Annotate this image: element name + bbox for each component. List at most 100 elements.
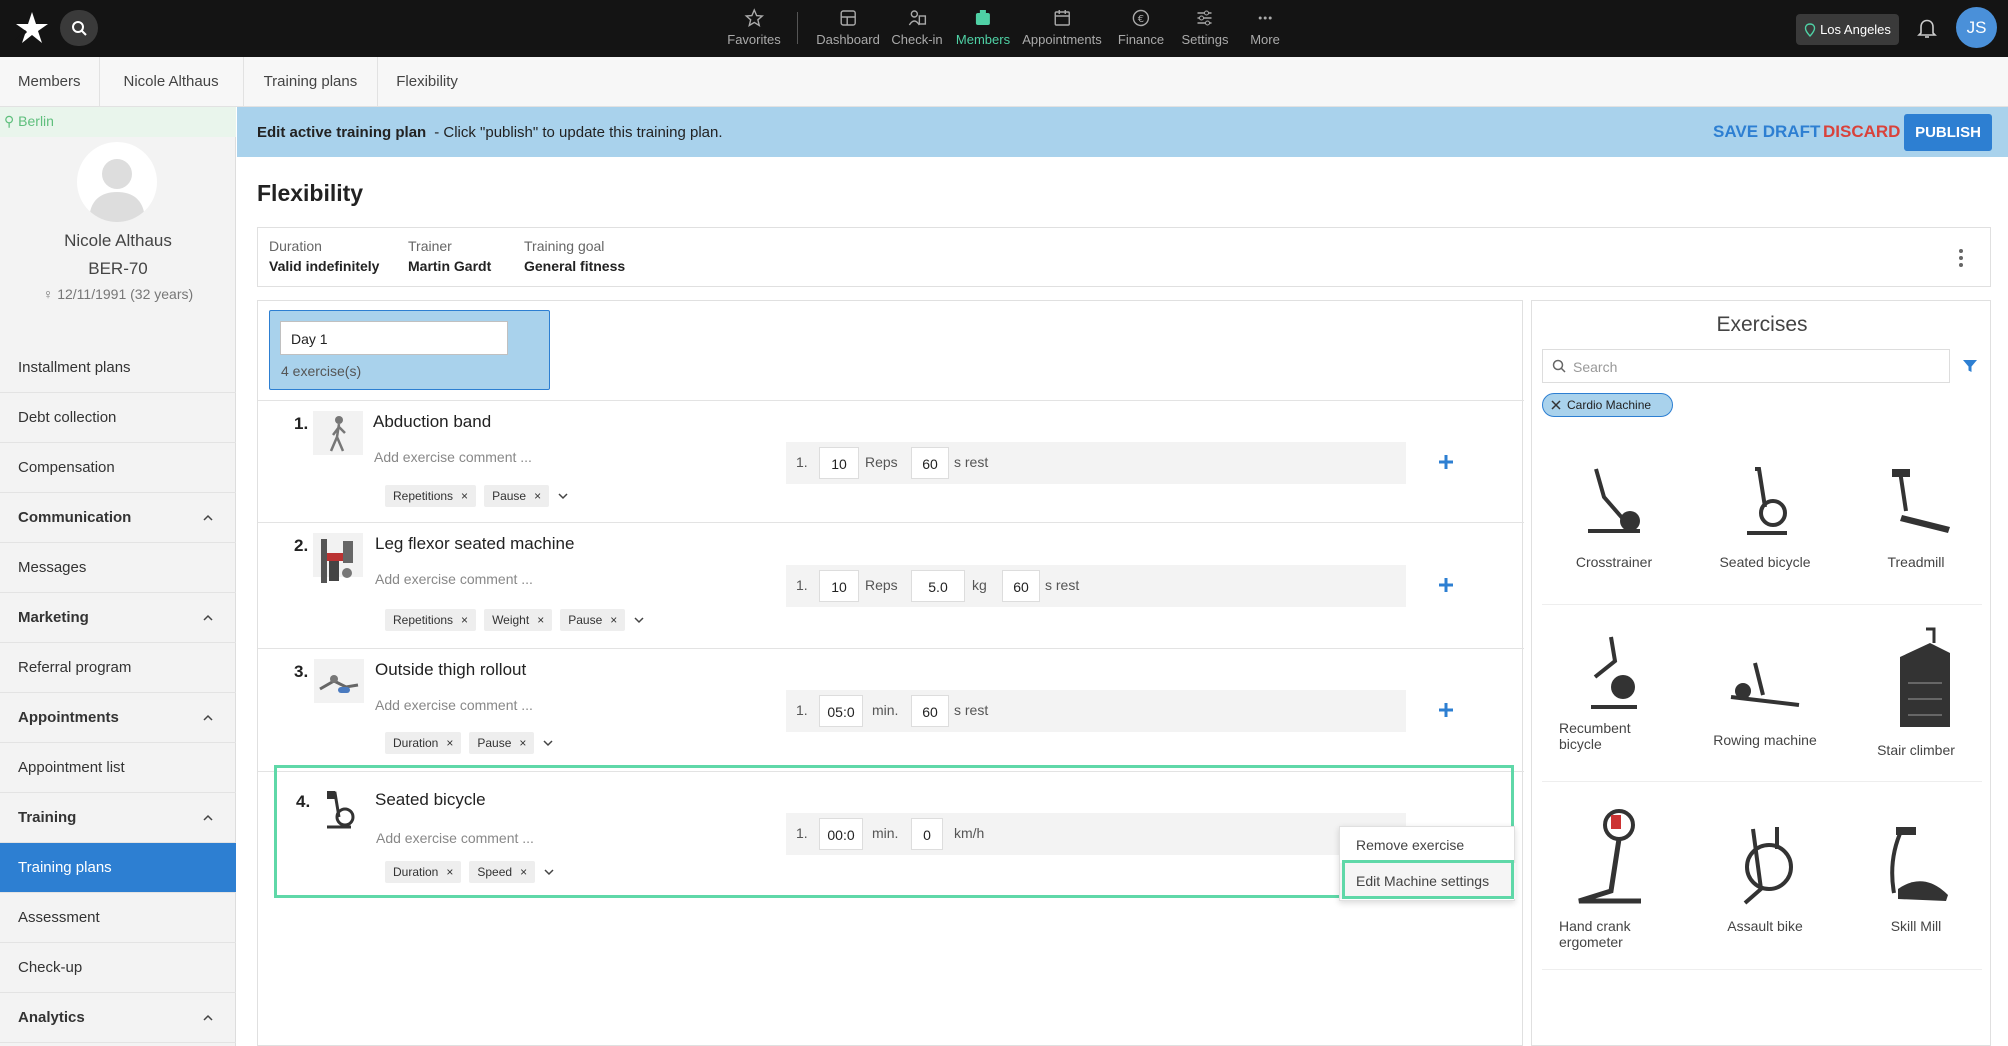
library-item-rowing-machine[interactable]: Rowing machine [1690,649,1840,748]
filter-icon[interactable] [1962,358,1978,374]
sidebar-item-appointment-list[interactable]: Appointment list [0,743,236,793]
library-item-seated-bicycle[interactable]: Seated bicycle [1690,461,1840,570]
rest-input[interactable]: 60 [911,695,949,727]
exercise-thumbnail[interactable] [313,533,363,583]
exercise-row[interactable]: 4. Seated bicycle Add exercise comment .… [258,771,1524,901]
param-chip[interactable]: Weight × [484,609,553,631]
chevron-down-icon[interactable] [543,866,555,878]
exercise-comment-input[interactable]: Add exercise comment ... [374,449,532,465]
param-chip[interactable]: Speed × [469,861,536,883]
close-icon[interactable]: × [446,736,453,750]
reps-input[interactable]: 10 [819,570,859,602]
duration-input[interactable]: 00:0 [819,818,863,850]
kebab-menu-icon[interactable] [1958,248,1964,268]
library-item-stair-climber[interactable]: Stair climber [1841,623,1991,758]
breadcrumb-member-name[interactable]: Nicole Althaus [100,57,244,106]
breadcrumb-members[interactable]: Members [0,57,100,106]
sidebar-section-analytics[interactable]: Analytics [0,993,236,1043]
chevron-down-icon[interactable] [557,490,569,502]
global-search-button[interactable] [60,10,98,46]
app-logo-icon[interactable] [12,8,52,48]
exercise-comment-input[interactable]: Add exercise comment ... [375,571,533,587]
location-selector[interactable]: Los Angeles [1796,14,1899,45]
close-icon[interactable]: × [519,736,526,750]
sidebar-item-compensation[interactable]: Compensation [0,443,236,493]
exercise-thumbnail[interactable] [313,411,363,455]
search-icon [72,21,87,36]
reps-input[interactable]: 10 [819,447,859,479]
param-chip[interactable]: Pause × [560,609,626,631]
sidebar-section-communication[interactable]: Communication [0,493,236,543]
library-item-assault-bike[interactable]: Assault bike [1690,819,1840,934]
param-chip[interactable]: Repetitions × [385,485,477,507]
library-item-recumbent-bicycle[interactable]: Recumbent bicycle [1539,631,1689,752]
rest-input[interactable]: 60 [1002,570,1040,602]
exercise-row[interactable]: 1. Abduction band Add exercise comment .… [258,400,1524,522]
sidebar-section-appointments[interactable]: Appointments [0,693,236,743]
param-chip[interactable]: Duration × [385,861,462,883]
sidebar-item-check-up[interactable]: Check-up [0,943,236,993]
param-chip[interactable]: Pause × [484,485,550,507]
member-avatar[interactable] [77,142,157,222]
speed-input[interactable]: 0 [911,818,943,850]
close-icon[interactable] [1551,400,1561,410]
exercise-name: Leg flexor seated machine [375,534,575,553]
nav-more[interactable]: More [1250,8,1280,47]
exercise-comment-input[interactable]: Add exercise comment ... [375,697,533,713]
duration-input[interactable]: 05:0 [819,695,863,727]
nav-check-in[interactable]: Check-in [891,8,943,47]
library-item-hand-crank-ergometer[interactable]: Hand crank ergometer [1539,801,1689,950]
notifications-bell-icon[interactable] [1915,16,1939,45]
add-set-icon[interactable] [1436,700,1456,720]
close-icon[interactable]: × [537,613,544,627]
active-filter-chip[interactable]: Cardio Machine [1542,393,1673,417]
sidebar-item-debt-collection[interactable]: Debt collection [0,393,236,443]
close-icon[interactable]: × [520,865,527,879]
close-icon[interactable]: × [610,613,617,627]
add-set-icon[interactable] [1436,452,1456,472]
sidebar-section-training[interactable]: Training [0,793,236,843]
sidebar-item-referral-program[interactable]: Referral program [0,643,236,693]
nav-finance[interactable]: € Finance [1118,8,1164,47]
nav-members[interactable]: Members [956,8,1010,47]
param-chip[interactable]: Pause × [469,732,535,754]
sidebar-item-installment-plans[interactable]: Installment plans [0,343,236,393]
sidebar-section-marketing[interactable]: Marketing [0,593,236,643]
discard-button[interactable]: DISCARD [1823,122,1900,142]
exercise-row[interactable]: 3. Outside thigh rollout Add exercise co… [258,648,1524,771]
sidebar-item-messages[interactable]: Messages [0,543,236,593]
close-icon[interactable]: × [534,489,541,503]
close-icon[interactable]: × [461,489,468,503]
rest-input[interactable]: 60 [911,447,949,479]
exercise-thumbnail[interactable] [314,659,364,703]
exercise-search-input[interactable]: Search [1542,349,1950,383]
exercise-comment-input[interactable]: Add exercise comment ... [376,830,534,846]
library-item-treadmill[interactable]: Treadmill [1841,461,1991,570]
edit-machine-settings-menu-item[interactable]: Edit Machine settings [1340,863,1516,899]
chevron-down-icon[interactable] [633,614,645,626]
exercise-thumbnail[interactable] [313,787,363,831]
param-chip[interactable]: Repetitions × [385,609,477,631]
user-avatar[interactable]: JS [1956,7,1997,48]
library-item-skill-mill[interactable]: Skill Mill [1841,819,1991,934]
param-chip[interactable]: Duration × [385,732,462,754]
nav-settings[interactable]: Settings [1182,8,1228,47]
weight-input[interactable]: 5.0 [911,570,965,602]
library-item-crosstrainer[interactable]: Crosstrainer [1539,461,1689,570]
nav-favorites[interactable]: Favorites [727,8,781,47]
nav-dashboard[interactable]: Dashboard [816,8,880,47]
exercise-row[interactable]: 2. Leg flexor seated machine Add exercis… [258,522,1524,648]
sidebar-item-assessment[interactable]: Assessment [0,893,236,943]
add-set-icon[interactable] [1436,575,1456,595]
chevron-down-icon[interactable] [542,737,554,749]
day-name-input[interactable]: Day 1 [280,321,508,355]
publish-button[interactable]: PUBLISH [1904,114,1992,151]
close-icon[interactable]: × [461,613,468,627]
close-icon[interactable]: × [446,865,453,879]
remove-exercise-menu-item[interactable]: Remove exercise [1340,827,1516,863]
breadcrumb-training-plans[interactable]: Training plans [244,57,379,106]
save-draft-button[interactable]: SAVE DRAFT [1713,122,1820,142]
nav-appointments[interactable]: Appointments [1022,8,1102,47]
sidebar-item-training-plans[interactable]: Training plans [0,843,236,893]
day-tab[interactable]: Day 1 4 exercise(s) [269,310,550,390]
